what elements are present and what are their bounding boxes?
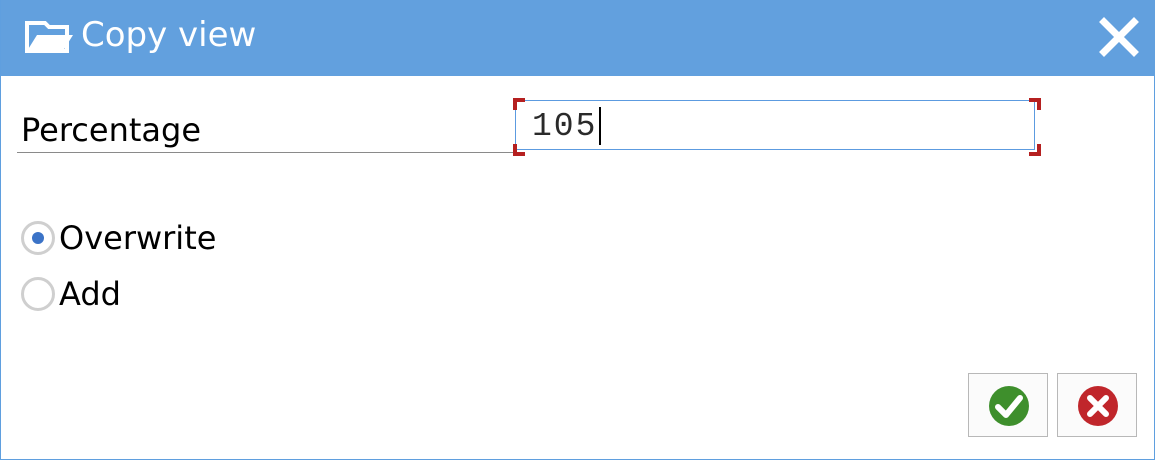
checkmark-icon: [989, 386, 1029, 426]
radio-add-label: Add: [59, 275, 121, 313]
close-icon: [1099, 17, 1139, 57]
text-caret: [599, 107, 602, 145]
percentage-input[interactable]: 105: [515, 100, 1035, 150]
focus-corner: [513, 98, 525, 110]
dialog-titlebar[interactable]: Copy view: [1, 0, 1155, 76]
radio-overwrite-label: Overwrite: [59, 219, 217, 257]
radio-add[interactable]: Add: [21, 272, 121, 316]
percentage-label: Percentage: [21, 111, 202, 149]
percentage-input-value: 105: [532, 107, 602, 147]
radio-button-overwrite[interactable]: [21, 221, 55, 255]
focus-corner: [1029, 98, 1041, 110]
cancel-button[interactable]: [1057, 373, 1137, 437]
focus-corner: [1029, 144, 1041, 156]
dialog-title: Copy view: [81, 15, 257, 55]
close-button[interactable]: [1098, 16, 1140, 58]
radio-overwrite[interactable]: Overwrite: [21, 216, 216, 260]
cancel-x-icon: [1078, 386, 1118, 426]
confirm-button[interactable]: [968, 373, 1048, 437]
copy-view-icon: [23, 19, 75, 55]
field-underline: [17, 152, 515, 153]
copy-view-dialog: Copy view Percentage 105 Overwrite Add: [0, 0, 1155, 460]
radio-button-add[interactable]: [21, 277, 55, 311]
percentage-field[interactable]: 105: [513, 98, 1041, 156]
focus-corner: [513, 144, 525, 156]
